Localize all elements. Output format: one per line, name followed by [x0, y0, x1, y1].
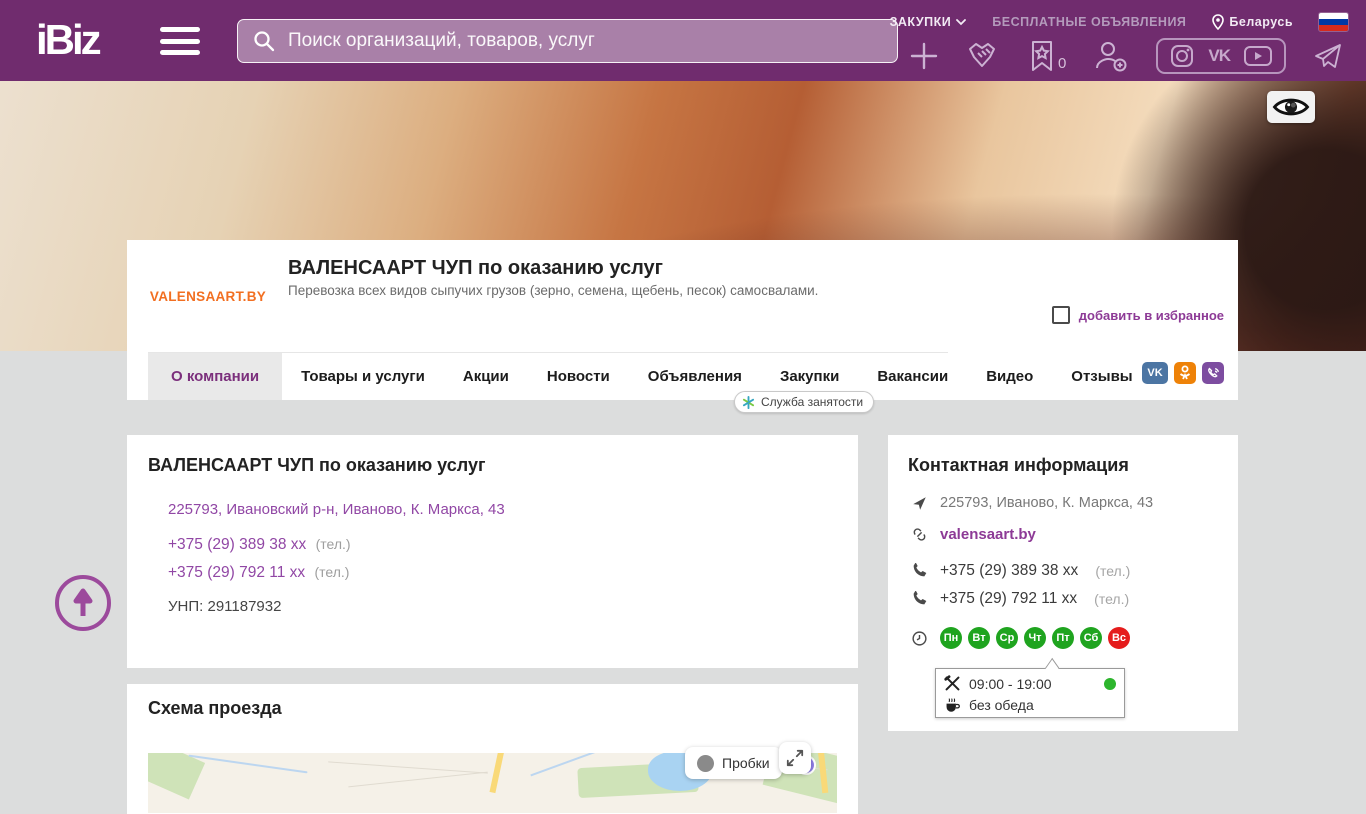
- plus-icon: [909, 41, 939, 71]
- favorites-button[interactable]: 0: [1029, 40, 1066, 72]
- phone-row: +375 (29) 389 38 xx (тел.): [168, 536, 351, 554]
- ibiz-logo[interactable]: iBiz: [36, 16, 99, 64]
- add-company-button[interactable]: [909, 41, 939, 71]
- tab-about[interactable]: О компании: [148, 353, 282, 400]
- directions-title: Схема проезда: [148, 698, 282, 719]
- day-badge[interactable]: Вс: [1108, 627, 1130, 649]
- company-description: Перевозка всех видов сыпучих грузов (зер…: [288, 283, 818, 298]
- coffee-cup-icon: [944, 696, 961, 713]
- bookmark-star-icon: [1029, 40, 1055, 72]
- zakupki-menu[interactable]: ЗАКУПКИ: [890, 15, 967, 29]
- day-badge[interactable]: Чт: [1024, 627, 1046, 649]
- views-counter-button[interactable]: [1267, 91, 1315, 123]
- hamburger-menu-icon[interactable]: [160, 27, 200, 55]
- company-unp: УНП: 291187932: [168, 598, 281, 615]
- contact-info-title: Контактная информация: [908, 455, 1129, 476]
- contact-phone-row: +375 (29) 792 11 xx (тел.): [910, 590, 1129, 608]
- phone-row: +375 (29) 792 11 xx (тел.): [168, 564, 349, 582]
- contact-info-section: Контактная информация 225793, Иваново, К…: [888, 435, 1238, 731]
- favorite-checkbox[interactable]: [1052, 306, 1070, 324]
- contact-website-row: valensaart.by: [910, 526, 1036, 543]
- expand-icon: [786, 749, 804, 767]
- website-link[interactable]: valensaart.by: [940, 526, 1036, 543]
- user-add-icon: [1094, 40, 1128, 72]
- company-address-link[interactable]: 225793, Ивановский р-н, Иваново, К. Марк…: [168, 501, 505, 518]
- day-badge[interactable]: Сб: [1080, 627, 1102, 649]
- day-badge[interactable]: Вт: [968, 627, 990, 649]
- link-icon: [911, 526, 928, 543]
- lunch-info: без обеда: [969, 697, 1034, 713]
- favorites-count: 0: [1058, 55, 1066, 72]
- add-to-favorites[interactable]: добавить в избранное: [1052, 306, 1224, 324]
- navigation-arrow-icon: [912, 496, 927, 511]
- tab-reviews[interactable]: Отзывы: [1052, 353, 1151, 400]
- company-social-links: VK: [1142, 362, 1224, 384]
- arrow-up-icon: [71, 588, 95, 618]
- scroll-to-top-button[interactable]: [55, 575, 111, 631]
- tab-products[interactable]: Товары и услуги: [282, 353, 444, 400]
- tab-promotions[interactable]: Акции: [444, 353, 528, 400]
- tab-news[interactable]: Новости: [528, 353, 629, 400]
- phone-link[interactable]: +375 (29) 389 38 xx: [168, 536, 306, 553]
- directions-section: Схема проезда Пробки: [127, 684, 858, 814]
- chevron-down-icon: [956, 19, 966, 26]
- company-logo: VALENSAART.BY: [148, 248, 268, 344]
- contact-phone-row: +375 (29) 389 38 xx (тел.): [910, 562, 1130, 580]
- clock-icon: [911, 630, 928, 647]
- youtube-icon[interactable]: [1244, 46, 1272, 66]
- tab-video[interactable]: Видео: [967, 353, 1052, 400]
- search-input[interactable]: [288, 30, 883, 52]
- free-ads-link[interactable]: БЕСПЛАТНЫЕ ОБЪЯВЛЕНИЯ: [992, 15, 1186, 29]
- day-badge[interactable]: Пн: [940, 627, 962, 649]
- day-badge[interactable]: Ср: [996, 627, 1018, 649]
- odnoklassniki-icon[interactable]: [1174, 362, 1196, 384]
- phone-icon: [911, 591, 927, 607]
- header-top-links: ЗАКУПКИ БЕСПЛАТНЫЕ ОБЪЯВЛЕНИЯ Беларусь: [890, 13, 1348, 31]
- work-tools-icon: [944, 675, 961, 692]
- header-social-links: VK: [1156, 38, 1286, 74]
- country-selector[interactable]: Беларусь: [1212, 14, 1293, 30]
- map-fullscreen-button[interactable]: [779, 742, 811, 774]
- instagram-icon[interactable]: [1170, 44, 1194, 68]
- language-flag-russia[interactable]: [1319, 13, 1348, 31]
- search-icon: [252, 29, 276, 53]
- location-pin-icon: [1212, 14, 1224, 30]
- handshake-icon: [967, 41, 1001, 71]
- day-badge[interactable]: Пт: [1052, 627, 1074, 649]
- telegram-button[interactable]: [1314, 43, 1342, 69]
- register-button[interactable]: [1094, 40, 1128, 72]
- tab-vacancies[interactable]: Вакансии: [858, 353, 967, 400]
- company-header-card: VALENSAART.BY ВАЛЕНСААРТ ЧУП по оказанию…: [127, 240, 1238, 400]
- vk-share-icon[interactable]: VK: [1142, 362, 1168, 384]
- working-days-row: Пн Вт Ср Чт Пт Сб Вс: [910, 627, 1130, 649]
- employment-service-icon: [742, 396, 755, 409]
- open-status-dot: [1104, 678, 1116, 690]
- working-days: Пн Вт Ср Чт Пт Сб Вс: [940, 627, 1130, 649]
- phone-link[interactable]: +375 (29) 792 11 xx: [168, 564, 305, 581]
- header-action-icons: 0 VK: [909, 38, 1342, 74]
- working-hours-popup: 09:00 - 19:00 без обеда: [935, 668, 1125, 718]
- telegram-icon: [1314, 43, 1342, 69]
- company-title: ВАЛЕНСААРТ ЧУП по оказанию услуг: [288, 257, 663, 280]
- vk-icon[interactable]: VK: [1208, 46, 1230, 66]
- search-bar[interactable]: [237, 19, 898, 63]
- working-hours: 09:00 - 19:00: [969, 676, 1052, 692]
- phone-icon: [911, 563, 927, 579]
- viber-icon[interactable]: [1202, 362, 1224, 384]
- traffic-icon: [697, 755, 714, 772]
- partners-button[interactable]: [967, 41, 1001, 71]
- about-section: ВАЛЕНСААРТ ЧУП по оказанию услуг 225793,…: [127, 435, 858, 668]
- employment-service-tooltip: Служба занятости: [734, 391, 874, 413]
- contact-address-row: 225793, Иваново, К. Маркса, 43: [910, 495, 1153, 511]
- favorite-label: добавить в избранное: [1079, 308, 1224, 323]
- traffic-toggle-button[interactable]: Пробки: [685, 747, 782, 779]
- about-title: ВАЛЕНСААРТ ЧУП по оказанию услуг: [148, 455, 485, 476]
- top-header: iBiz ЗАКУПКИ БЕСПЛАТНЫЕ ОБЪЯВЛЕНИЯ Белар…: [0, 0, 1366, 81]
- eye-icon: [1272, 96, 1310, 118]
